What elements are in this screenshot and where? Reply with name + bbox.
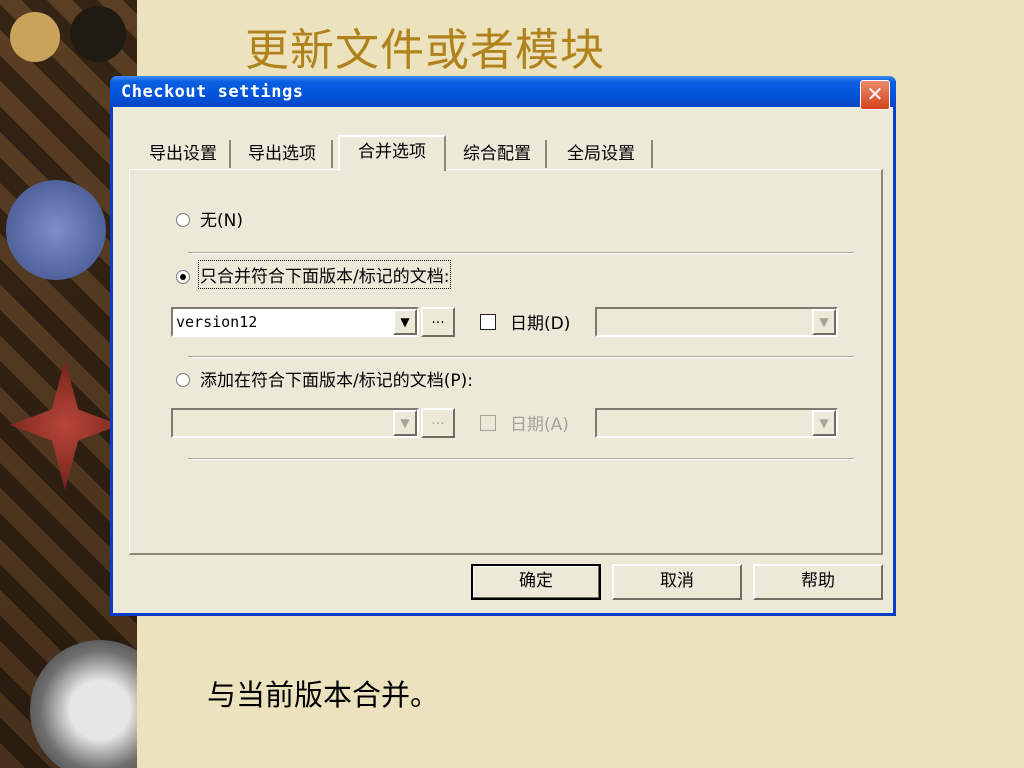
chevron-down-icon[interactable]: ▼ [812,410,836,436]
help-button[interactable]: 帮助 [753,564,883,600]
tab-general-config[interactable]: 综合配置 [449,140,547,168]
medal-cross [10,360,120,490]
ok-button[interactable]: 确定 [471,564,601,600]
slide-title: 更新文件或者模块 [245,25,605,76]
dialog-titlebar[interactable]: Checkout settings ✕ [110,76,896,110]
version-select[interactable]: version12 ▼ [171,307,419,337]
add-date-select[interactable]: ▼ [595,408,838,438]
radio-merge-only[interactable] [176,270,190,284]
radio-none-label[interactable]: 无(N) [200,206,243,231]
separator [188,252,854,254]
date-checkbox[interactable] [480,314,496,330]
close-button[interactable]: ✕ [860,80,890,110]
merge-options-panel: 无(N) 只合并符合下面版本/标记的文档: version12 ▼ ... 日期… [129,169,883,555]
date-checkbox-label[interactable]: 日期(D) [510,309,570,334]
button-ornament [10,12,60,62]
chevron-down-icon[interactable]: ▼ [393,309,417,335]
tab-merge-options[interactable]: 合并选项 [338,135,446,171]
cancel-button[interactable]: 取消 [612,564,742,600]
tab-export-settings[interactable]: 导出设置 [137,140,231,168]
button-ornament [70,6,126,62]
date-add-checkbox[interactable] [480,415,496,431]
dialog-title: Checkout settings [121,82,304,102]
radio-merge-only-label[interactable]: 只合并符合下面版本/标记的文档: [197,260,452,289]
checkout-settings-dialog: Checkout settings ✕ 导出设置 导出选项 合并选项 综合配置 … [110,76,896,616]
radio-add[interactable] [176,373,190,387]
radio-add-label[interactable]: 添加在符合下面版本/标记的文档(P): [200,366,473,391]
slide-caption: 与当前版本合并。 [207,678,440,712]
add-browse-button[interactable]: ... [421,408,455,438]
tab-global-settings[interactable]: 全局设置 [551,140,653,168]
date-add-checkbox-label[interactable]: 日期(A) [510,410,569,435]
version-select-value: version12 [176,313,258,331]
chevron-down-icon[interactable]: ▼ [812,309,836,335]
tab-export-options[interactable]: 导出选项 [233,140,333,168]
date-select[interactable]: ▼ [595,307,838,337]
radio-none[interactable] [176,213,190,227]
radio-selected-dot [180,274,186,280]
ribbon-rosette [6,180,106,280]
close-icon: ✕ [866,82,884,106]
separator [188,458,854,460]
separator [188,356,854,358]
compass-ornament [30,640,137,768]
chevron-down-icon[interactable]: ▼ [393,410,417,436]
add-version-select[interactable]: ▼ [171,408,419,438]
browse-button[interactable]: ... [421,307,455,337]
